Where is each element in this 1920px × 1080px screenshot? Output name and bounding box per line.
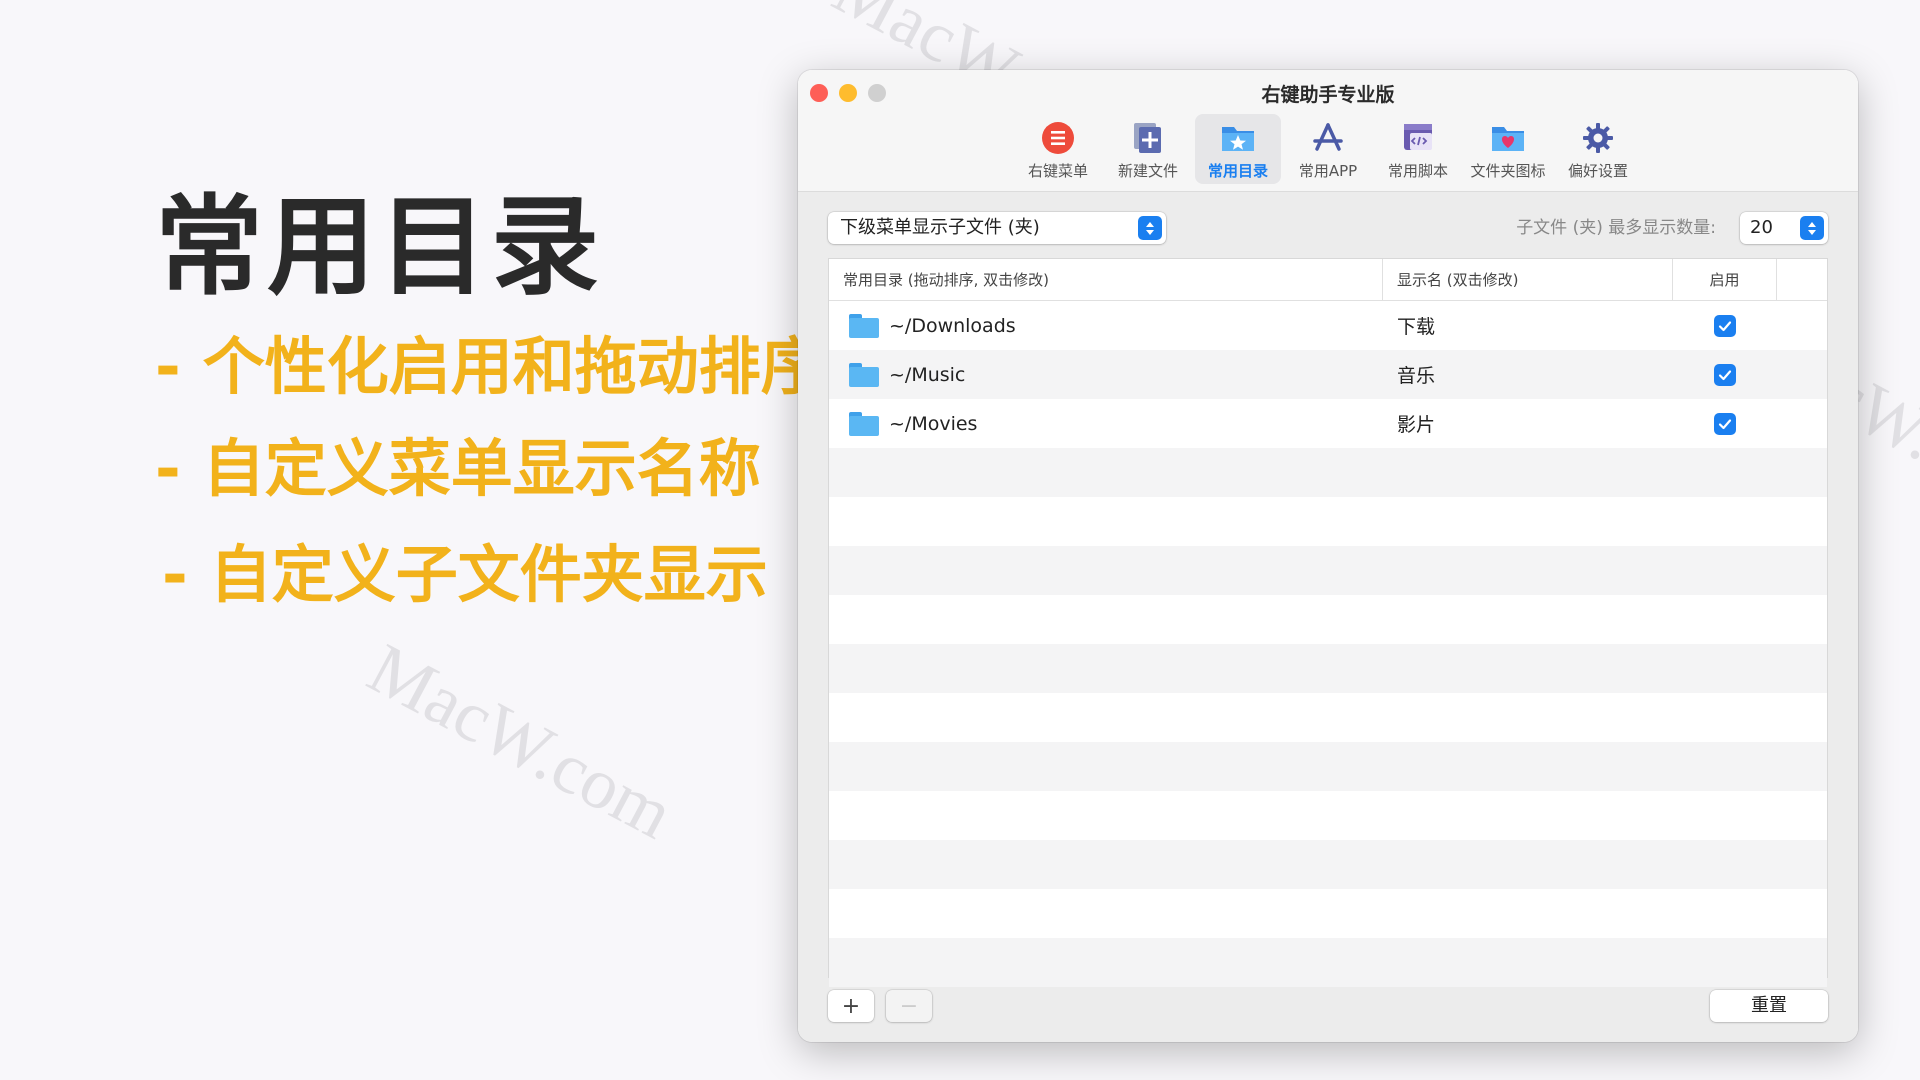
slide-bullet: - 自定义菜单显示名称 [155, 432, 761, 505]
empty-row [829, 693, 1827, 742]
app-window: 右键助手专业版 右键菜单 新建文件 常用目录 常用APP 常用脚本 文件夹图标 … [798, 70, 1858, 1042]
directory-path[interactable]: ~/Downloads [889, 315, 1016, 337]
column-header-directory[interactable]: 常用目录 (拖动排序, 双击修改) [829, 259, 1383, 300]
tab-label: 偏好设置 [1567, 162, 1628, 180]
slide-headline: 常用目录 [155, 185, 604, 310]
folder-icon [849, 313, 879, 338]
watermark: MacW.com [355, 627, 686, 855]
table-row[interactable]: ~/Movies 影片 [829, 399, 1827, 448]
tab-label: 常用APP [1298, 162, 1358, 180]
empty-row [829, 546, 1827, 595]
content-area: 下级菜单显示子文件 (夹) 子文件 (夹) 最多显示数量: 20 常用目录 (拖… [798, 192, 1858, 1042]
tab-common-apps[interactable]: 常用APP [1285, 114, 1371, 184]
empty-row [829, 840, 1827, 889]
max-count-stepper[interactable]: 20 [1740, 212, 1828, 244]
folder-icon [849, 362, 879, 387]
select-arrows-icon [1138, 216, 1162, 240]
tab-label: 文件夹图标 [1470, 162, 1546, 180]
empty-row [829, 448, 1827, 497]
column-header-display-name[interactable]: 显示名 (双击修改) [1383, 259, 1673, 300]
title-bar: 右键助手专业版 右键菜单 新建文件 常用目录 常用APP 常用脚本 文件夹图标 … [798, 70, 1858, 192]
enabled-checkbox[interactable] [1714, 314, 1736, 337]
slide-bullet: - 个性化启用和拖动排序 [155, 330, 823, 403]
folder-heart-icon [1490, 120, 1526, 156]
display-name[interactable]: 影片 [1383, 410, 1673, 437]
max-count-label: 子文件 (夹) 最多显示数量: [1516, 218, 1716, 238]
options-bar: 下级菜单显示子文件 (夹) 子文件 (夹) 最多显示数量: 20 [828, 212, 1828, 244]
tab-label: 右键菜单 [1027, 162, 1088, 180]
empty-row [829, 595, 1827, 644]
remove-directory-button[interactable]: − [886, 990, 932, 1022]
display-name[interactable]: 音乐 [1383, 361, 1673, 388]
empty-row [829, 742, 1827, 791]
table-row[interactable]: ~/Music 音乐 [829, 350, 1827, 399]
enabled-checkbox[interactable] [1714, 412, 1736, 435]
new-file-icon [1130, 120, 1166, 156]
enabled-checkbox[interactable] [1714, 363, 1736, 386]
folder-star-icon [1220, 120, 1256, 156]
table-body: ~/Downloads 下载 ~/Music 音乐 ~/Movies 影片 [829, 301, 1827, 987]
directory-path[interactable]: ~/Music [889, 364, 965, 386]
menu-list-icon [1040, 120, 1076, 156]
empty-row [829, 889, 1827, 938]
directory-table: 常用目录 (拖动排序, 双击修改) 显示名 (双击修改) 启用 ~/Downlo… [828, 258, 1828, 987]
column-header-enabled[interactable]: 启用 [1673, 259, 1777, 300]
stepper-arrows-icon[interactable] [1800, 216, 1824, 240]
window-title: 右键助手专业版 [1261, 84, 1395, 106]
toolbar: 右键菜单 新建文件 常用目录 常用APP 常用脚本 文件夹图标 偏好设置 [798, 114, 1858, 184]
submenu-display-select[interactable]: 下级菜单显示子文件 (夹) [828, 212, 1166, 244]
empty-row [829, 791, 1827, 840]
table-header: 常用目录 (拖动排序, 双击修改) 显示名 (双击修改) 启用 [829, 259, 1827, 301]
gear-icon [1580, 120, 1616, 156]
tab-common-scripts[interactable]: 常用脚本 [1375, 114, 1461, 184]
column-header-empty [1777, 259, 1827, 300]
tab-label: 常用目录 [1207, 162, 1268, 180]
tab-label: 常用脚本 [1387, 162, 1448, 180]
tab-preferences[interactable]: 偏好设置 [1555, 114, 1641, 184]
table-row[interactable]: ~/Downloads 下载 [829, 301, 1827, 350]
folder-icon [849, 411, 879, 436]
directory-path[interactable]: ~/Movies [889, 413, 977, 435]
add-directory-button[interactable]: + [828, 990, 874, 1022]
tab-new-file[interactable]: 新建文件 [1105, 114, 1191, 184]
tab-label: 新建文件 [1117, 162, 1178, 180]
tab-folder-icons[interactable]: 文件夹图标 [1465, 114, 1551, 184]
empty-row [829, 644, 1827, 693]
tab-right-click-menu[interactable]: 右键菜单 [1015, 114, 1101, 184]
reset-button[interactable]: 重置 [1710, 990, 1828, 1022]
app-store-icon [1310, 120, 1346, 156]
script-icon [1400, 120, 1436, 156]
display-name[interactable]: 下载 [1383, 312, 1673, 339]
bottom-bar: + − 重置 [828, 990, 1828, 1024]
empty-row [829, 938, 1827, 987]
slide-bullet: - 自定义子文件夹显示 [162, 538, 768, 611]
empty-row [829, 497, 1827, 546]
tab-common-directories[interactable]: 常用目录 [1195, 114, 1281, 184]
